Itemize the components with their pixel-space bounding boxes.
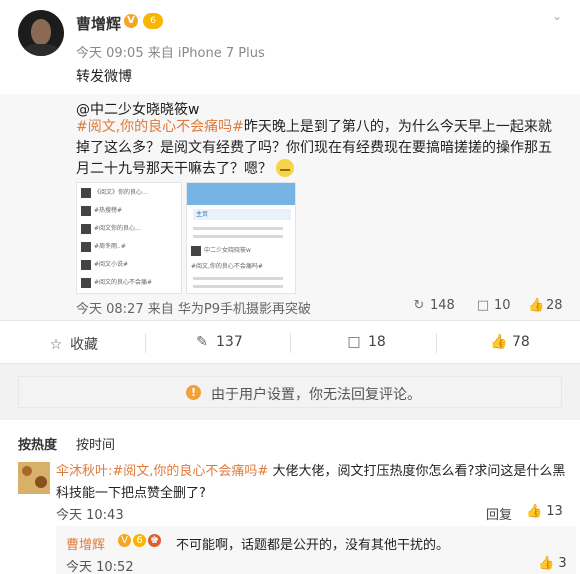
quoted-user[interactable]: @中二少女晓晓筱w	[76, 99, 199, 119]
sort-by-time-tab[interactable]: 按时间	[76, 434, 115, 453]
author-avatar[interactable]	[18, 10, 64, 56]
reply-badges: V 6 ♚	[118, 534, 163, 547]
comment-like-button[interactable]: 👍 13	[526, 504, 563, 519]
quoted-comment-count[interactable]: □ 10	[476, 298, 511, 313]
quoted-repost-count[interactable]: ↻ 148	[412, 298, 455, 313]
verified-icon: V	[124, 14, 138, 28]
comment-icon: □	[476, 298, 490, 313]
reply-text: 不可能啊，话题都是公开的，没有其他干扰的。	[176, 538, 450, 553]
quoted-like-count[interactable]: 👍 28	[528, 298, 563, 313]
commenter-avatar[interactable]	[18, 462, 50, 494]
reply-author[interactable]: 曹增辉	[66, 534, 105, 553]
vip-badge-icon: 6	[143, 13, 163, 29]
comment-hashtag[interactable]: #阅文,你的良心不会痛吗#	[112, 464, 268, 479]
comments-section: 按热度 按时间 伞沐秋叶:#阅文,你的良心不会痛吗# 大佬大佬，阅文打压热度你怎…	[0, 420, 580, 574]
thumb-up-icon: 👍	[526, 504, 543, 519]
chevron-down-icon[interactable]: ⌄	[549, 10, 565, 22]
post-text: 转发微博	[76, 69, 132, 85]
verified-icon: V	[118, 534, 131, 547]
action-bar: ☆ 收藏 ✎ 137 □ 18 👍 78	[0, 320, 580, 364]
repost-icon: ↻	[413, 298, 425, 313]
quoted-image-1[interactable]: 《阅文》你的良心... #热搜榜# #阅文你的良心... #周冬雨..# #阅文…	[76, 182, 182, 294]
quoted-images: 《阅文》你的良心... #热搜榜# #阅文你的良心... #周冬雨..# #阅文…	[76, 182, 296, 294]
thumb-up-icon: 👍	[538, 556, 555, 571]
comment-text: 伞沐秋叶:#阅文,你的良心不会痛吗# 大佬大佬，阅文打压热度你怎么看?求问这是什…	[56, 461, 566, 505]
edit-icon: ✎	[196, 334, 208, 350]
post-meta: 今天 09:05 来自 iPhone 7 Plus	[76, 46, 265, 61]
quoted-meta: 今天 08:27 来自 华为P9手机摄影再突破	[76, 302, 311, 317]
crown-icon: ♚	[148, 534, 161, 547]
reply-time: 今天 10:52	[66, 560, 134, 574]
forward-button[interactable]: ✎ 137	[194, 334, 243, 350]
post-card: 曹增辉 V 6 今天 09:05 来自 iPhone 7 Plus 转发微博 ⌄	[0, 0, 580, 94]
reply-thread: 曹增辉 V 6 ♚ 不可能啊，话题都是公开的，没有其他干扰的。 今天 10:52 👍…	[56, 526, 576, 574]
comment-button[interactable]: □ 18	[346, 334, 385, 350]
star-icon: ☆	[49, 337, 63, 353]
quoted-hashtag[interactable]: #阅文,你的良心不会痛吗#	[76, 119, 244, 135]
quoted-image-2[interactable]: 主页 中二少女晓晓筱w #阅文,你的良心不会痛吗#	[186, 182, 296, 294]
favorite-button[interactable]: ☆ 收藏	[48, 334, 98, 354]
comment-icon: □	[347, 334, 361, 350]
comment-time: 今天 10:43	[56, 508, 124, 523]
notice-area: ! 由于用户设置，你无法回复评论。	[0, 365, 580, 420]
vip-badge-icon: 6	[133, 534, 146, 547]
commenter-name[interactable]: 伞沐秋叶:	[56, 464, 112, 479]
reply-disabled-notice: ! 由于用户设置，你无法回复评论。	[18, 376, 562, 408]
thumb-up-icon: 👍	[528, 298, 545, 313]
sort-by-hot-tab[interactable]: 按热度	[18, 434, 57, 453]
quoted-post[interactable]: @中二少女晓晓筱w #阅文,你的良心不会痛吗#昨天晚上是到了第八的，为什么今天早…	[0, 94, 580, 320]
reply-button[interactable]: 回复	[486, 504, 512, 523]
reply-like-button[interactable]: 👍 3	[538, 556, 567, 571]
thumb-up-icon: 👍	[490, 334, 508, 350]
warning-icon: !	[186, 385, 201, 400]
like-button[interactable]: 👍 78	[490, 334, 530, 350]
quoted-text: #阅文,你的良心不会痛吗#昨天晚上是到了第八的，为什么今天早上一起来就掉了这么多…	[76, 117, 564, 180]
emoji-icon	[276, 159, 295, 177]
author-name[interactable]: 曹增辉	[76, 13, 121, 34]
